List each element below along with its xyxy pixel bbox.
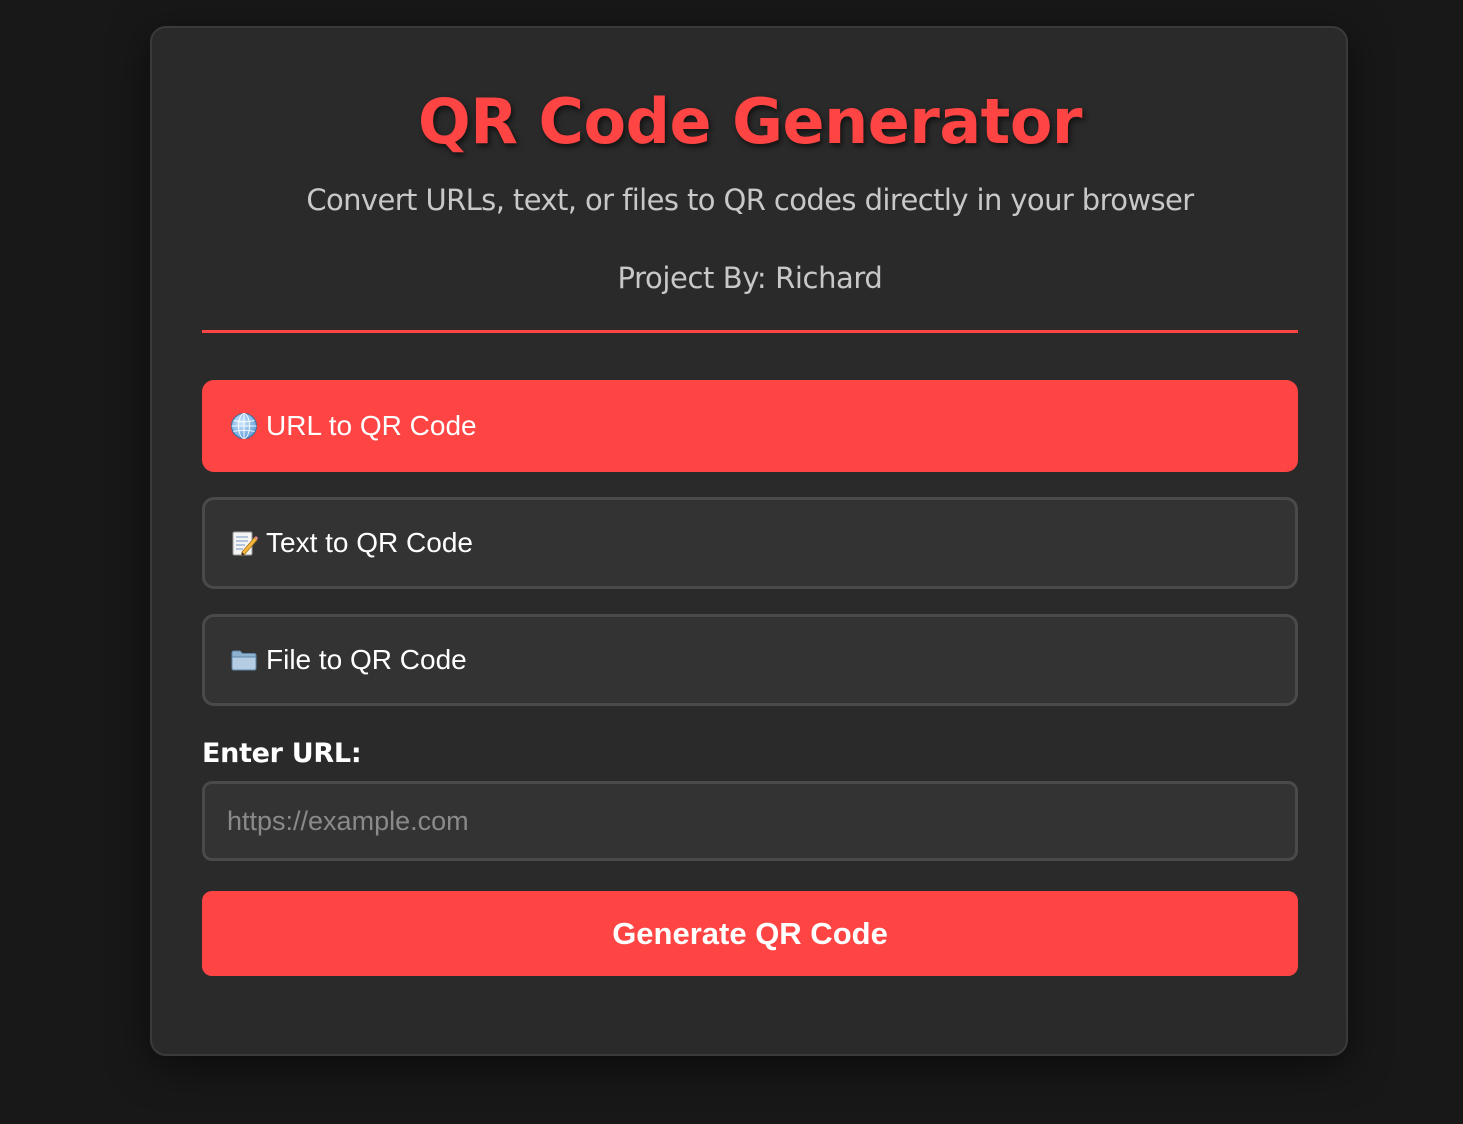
qr-generator-card: QR Code Generator Convert URLs, text, or… — [150, 26, 1348, 1056]
generate-qr-button[interactable]: Generate QR Code — [202, 891, 1298, 976]
url-input[interactable] — [202, 781, 1298, 861]
url-field-label: Enter URL: — [202, 738, 362, 769]
file-mode-label: File to QR Code — [266, 644, 467, 675]
page-title: QR Code Generator — [418, 85, 1083, 158]
page-subtitle: Convert URLs, text, or files to QR codes… — [306, 183, 1194, 217]
memo-icon — [230, 529, 258, 557]
file-mode-button[interactable]: File to QR Code — [202, 614, 1298, 706]
text-mode-label: Text to QR Code — [266, 527, 473, 558]
folder-icon — [230, 646, 258, 674]
url-mode-label: URL to QR Code — [266, 410, 477, 441]
page-header: QR Code Generator Convert URLs, text, or… — [202, 28, 1298, 333]
project-author: Project By: Richard — [617, 261, 883, 295]
text-mode-button[interactable]: Text to QR Code — [202, 497, 1298, 589]
globe-icon — [230, 412, 258, 440]
url-mode-button[interactable]: URL to QR Code — [202, 380, 1298, 472]
